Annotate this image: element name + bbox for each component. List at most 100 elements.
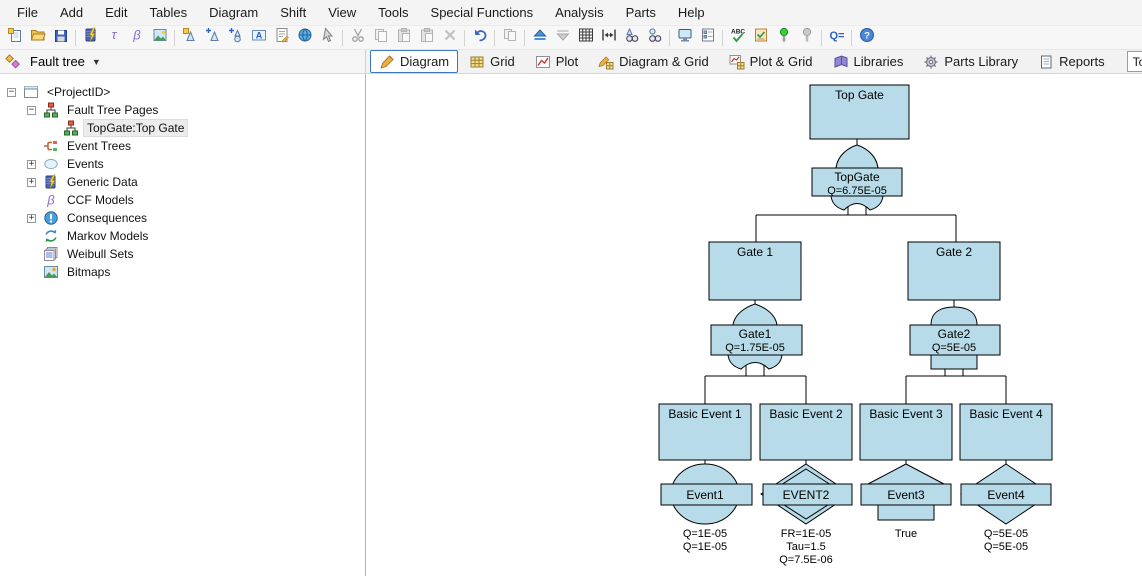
tab-plot[interactable]: Plot [526, 50, 587, 73]
insert-image-button[interactable] [148, 27, 171, 48]
gate1-or-gate-base[interactable] [728, 355, 782, 369]
menu-file[interactable]: File [6, 1, 49, 24]
tree-item-topgate-top-gate[interactable]: TopGate:Top Gate [84, 120, 187, 136]
tree-indent-spacer [27, 142, 36, 151]
tree-row: − Fault Tree Pages [0, 101, 365, 119]
fault-tree-view-selector[interactable]: Fault tree ▼ [0, 50, 366, 73]
find-gate-button[interactable] [620, 27, 643, 48]
diagram-text: Basic Event 3 [869, 407, 943, 421]
menu-shift[interactable]: Shift [269, 1, 317, 24]
diagram-text: EVENT2 [783, 488, 830, 502]
analysis-computer-button[interactable] [673, 27, 696, 48]
collapse-expander-icon[interactable]: − [7, 88, 16, 97]
tree-row: Event Trees [0, 137, 365, 155]
diagram-text: TopGate [834, 170, 880, 184]
tree-item-consequences[interactable]: Consequences [64, 210, 150, 226]
tab-diagram[interactable]: Diagram [370, 50, 458, 73]
consequences-icon [43, 210, 59, 226]
hyperlink-globe-button[interactable] [293, 27, 316, 48]
new-document-button[interactable] [3, 27, 26, 48]
verify-button[interactable] [749, 27, 772, 48]
tree-item-ccf-models[interactable]: CCF Models [64, 192, 137, 208]
add-gate-icon [205, 27, 221, 48]
tree-item-projectid[interactable]: <ProjectID> [44, 84, 113, 100]
tree-item-bitmaps[interactable]: Bitmaps [64, 264, 113, 280]
text-label-button[interactable]: A [247, 27, 270, 48]
event3-house-body[interactable] [878, 505, 934, 520]
fit-width-button[interactable] [597, 27, 620, 48]
topgate-or-gate-arch[interactable] [836, 145, 878, 168]
expand-expander-icon[interactable]: + [27, 160, 36, 169]
tree-row: Bitmaps [0, 263, 365, 281]
tab-plot-grid[interactable]: Plot & Grid [720, 50, 822, 73]
tree-row: + Consequences [0, 209, 365, 227]
tree-item-fault-tree-pages[interactable]: Fault Tree Pages [64, 102, 161, 118]
gate1-or-gate-arch[interactable] [733, 304, 777, 325]
quantify-button[interactable]: Q= [825, 27, 848, 48]
gate2-and-gate-base[interactable] [931, 355, 977, 369]
menu-tables[interactable]: Tables [139, 1, 199, 24]
add-gate-button[interactable] [201, 27, 224, 48]
expand-expander-icon[interactable]: + [27, 214, 36, 223]
tree-row: TopGate:Top Gate [0, 119, 365, 137]
main-toolbar: τβ A ABC Q=? [0, 26, 1142, 50]
grid-table-button[interactable] [574, 27, 597, 48]
status-light-green-button[interactable] [772, 27, 795, 48]
gate2-and-gate-dome[interactable] [931, 307, 977, 325]
expand-expander-icon[interactable]: + [27, 178, 36, 187]
tree-item-weibull-sets[interactable]: Weibull Sets [64, 246, 136, 262]
tab-label: Parts Library [944, 54, 1018, 69]
tree-row: − <ProjectID> [0, 83, 365, 101]
diagram-text: Gate 1 [737, 245, 773, 259]
notes-button[interactable] [270, 27, 293, 48]
menu-add[interactable]: Add [49, 1, 94, 24]
topgate-or-gate-base[interactable] [831, 196, 883, 210]
options-form-button[interactable] [696, 27, 719, 48]
open-folder-button[interactable] [26, 27, 49, 48]
spell-check-button[interactable]: ABC [726, 27, 749, 48]
menu-help[interactable]: Help [667, 1, 716, 24]
tab-libraries[interactable]: Libraries [824, 50, 913, 73]
tree-item-events[interactable]: Events [64, 156, 107, 172]
fault-tree-diagram-pane: TopGateQ=6.75E-05Gate1Q=1.75E-05Gate2Q=5… [366, 74, 1142, 576]
event3-house-roof[interactable] [868, 464, 944, 484]
menu-edit[interactable]: Edit [94, 1, 138, 24]
menu-diagram[interactable]: Diagram [198, 1, 269, 24]
save-button[interactable] [49, 27, 72, 48]
move-up-button[interactable] [528, 27, 551, 48]
tab-label: Plot & Grid [750, 54, 813, 69]
diagram-text: Q=5E-05 [984, 541, 1028, 553]
tab-reports[interactable]: Reports [1029, 50, 1114, 73]
page-select-dropdown[interactable]: TopGate ▼ [1127, 51, 1142, 72]
diagram-text: Top Gate [835, 88, 884, 102]
menu-tools[interactable]: Tools [367, 1, 419, 24]
beta-button[interactable]: β [125, 27, 148, 48]
menu-parts[interactable]: Parts [615, 1, 667, 24]
diagram-text: Q=1.75E-05 [725, 342, 785, 354]
tab-parts-library[interactable]: Parts Library [914, 50, 1027, 73]
add-gate-sparkle-button[interactable] [178, 27, 201, 48]
tab-grid[interactable]: Grid [460, 50, 524, 73]
undo-button[interactable] [468, 27, 491, 48]
tau-button[interactable]: τ [102, 27, 125, 48]
menu-special-functions[interactable]: Special Functions [420, 1, 545, 24]
fault-tree-page-icon [43, 102, 59, 118]
tree-row: βCCF Models [0, 191, 365, 209]
diagram-text: Q=6.75E-05 [827, 185, 887, 197]
find-event-button[interactable] [643, 27, 666, 48]
pointer-button[interactable] [316, 27, 339, 48]
add-event-button[interactable] [224, 27, 247, 48]
undo-icon [472, 27, 488, 48]
status-light-gray-button [795, 27, 818, 48]
menu-analysis[interactable]: Analysis [544, 1, 614, 24]
tree-item-event-trees[interactable]: Event Trees [64, 138, 134, 154]
page-select-value: TopGate [1128, 55, 1142, 69]
collapse-expander-icon[interactable]: − [27, 106, 36, 115]
tree-item-markov-models[interactable]: Markov Models [64, 228, 151, 244]
help-button[interactable]: ? [855, 27, 878, 48]
menu-view[interactable]: View [317, 1, 367, 24]
generic-data-button[interactable] [79, 27, 102, 48]
tree-item-generic-data[interactable]: Generic Data [64, 174, 141, 190]
tab-diagram-grid[interactable]: Diagram & Grid [589, 50, 718, 73]
move-down-icon [555, 27, 571, 48]
